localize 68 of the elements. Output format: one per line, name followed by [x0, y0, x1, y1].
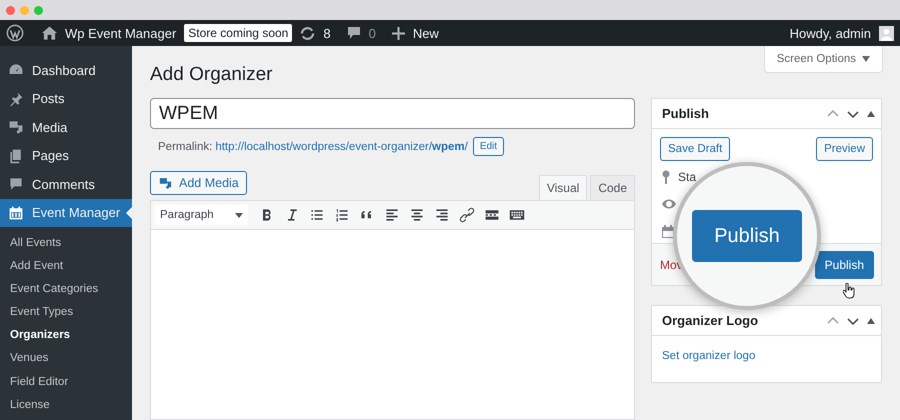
submenu-item[interactable]: All Events	[0, 234, 132, 252]
preview-button[interactable]: Preview	[816, 137, 873, 161]
submenu-item[interactable]: License	[0, 396, 132, 414]
avatar-icon[interactable]	[879, 26, 894, 40]
collapse-icon[interactable]	[867, 318, 875, 324]
screen-options-button[interactable]: Screen Options	[764, 46, 883, 73]
sidebar-item[interactable]: Event Manager	[0, 198, 132, 226]
align-left-icon[interactable]	[384, 207, 400, 223]
comment-icon[interactable]	[346, 26, 361, 40]
publish-button[interactable]: Publish	[814, 250, 874, 278]
media-icon	[8, 119, 24, 136]
new-menu[interactable]: New	[412, 26, 439, 40]
site-name[interactable]: Wp Event Manager	[65, 26, 176, 40]
calendar-icon	[8, 204, 24, 220]
save-draft-button[interactable]: Save Draft	[660, 137, 730, 161]
maximize-dot[interactable]	[34, 6, 43, 14]
minimize-dot[interactable]	[20, 6, 29, 14]
edit-button[interactable]: Edit	[472, 137, 504, 156]
read-more-icon[interactable]	[484, 207, 500, 223]
sidebar-item[interactable]: Pages	[0, 142, 132, 170]
collapse-icon[interactable]	[867, 110, 875, 116]
add-media-button[interactable]: Add Media	[150, 171, 247, 195]
align-right-icon[interactable]	[434, 207, 450, 223]
sidebar-item[interactable]: Comments	[0, 170, 132, 198]
store-status-badge[interactable]: Store coming soon	[184, 24, 292, 42]
calendar-icon	[662, 224, 674, 238]
link-icon[interactable]	[459, 207, 475, 223]
permalink-link[interactable]: http://localhost/wordpress/event-organizer/wpem/	[215, 140, 468, 152]
media-icon	[158, 176, 173, 190]
numbered-list-icon[interactable]	[334, 207, 350, 223]
status-label: Sta	[678, 170, 696, 184]
updates-icon[interactable]	[300, 26, 316, 40]
submenu-item[interactable]: Event Categories	[0, 280, 132, 298]
pin-icon	[8, 90, 24, 107]
submenu-item[interactable]: Add Event	[0, 258, 132, 276]
keyboard-icon[interactable]	[509, 207, 525, 223]
align-center-icon[interactable]	[409, 207, 425, 223]
editor-tab[interactable]: Visual	[538, 175, 588, 200]
wordpress-logo-icon[interactable]	[6, 24, 24, 42]
pages-icon	[8, 148, 24, 164]
submenu-item[interactable]: Field Editor	[0, 374, 132, 392]
page-title: Add Organizer	[150, 64, 274, 86]
eye-icon	[662, 199, 676, 209]
close-dot[interactable]	[6, 6, 15, 14]
updates-count[interactable]: 8	[323, 26, 331, 40]
editor-tab[interactable]: Code	[590, 175, 635, 200]
submenu-item[interactable]: Venues	[0, 350, 132, 368]
user-greeting[interactable]: Howdy, admin	[790, 26, 871, 40]
sidebar-item[interactable]: Media	[0, 113, 132, 142]
title-field[interactable]: WPEM	[150, 98, 635, 129]
sidebar-item[interactable]: Posts	[0, 84, 132, 113]
format-select[interactable]: Paragraph	[155, 205, 248, 225]
caret-icon	[235, 212, 243, 218]
submenu-item[interactable]: Organizers	[0, 327, 132, 345]
submenu-item[interactable]: Event Types	[0, 304, 132, 322]
panel-title: Publish	[662, 106, 709, 121]
magnified-publish-button[interactable]: Publish	[692, 210, 802, 262]
comment-icon	[8, 176, 24, 192]
home-icon[interactable]	[42, 26, 57, 40]
key-icon	[662, 170, 670, 184]
caret-icon	[862, 56, 870, 62]
permalink-label: Permalink:	[158, 140, 212, 152]
bulleted-list-icon[interactable]	[309, 207, 325, 223]
plus-icon[interactable]	[392, 26, 405, 40]
set-logo-link[interactable]: Set organizer logo	[662, 350, 756, 362]
sidebar-item[interactable]: Dashboard	[0, 56, 132, 84]
comments-count[interactable]: 0	[368, 26, 376, 40]
panel-title: Organizer Logo	[662, 313, 758, 328]
